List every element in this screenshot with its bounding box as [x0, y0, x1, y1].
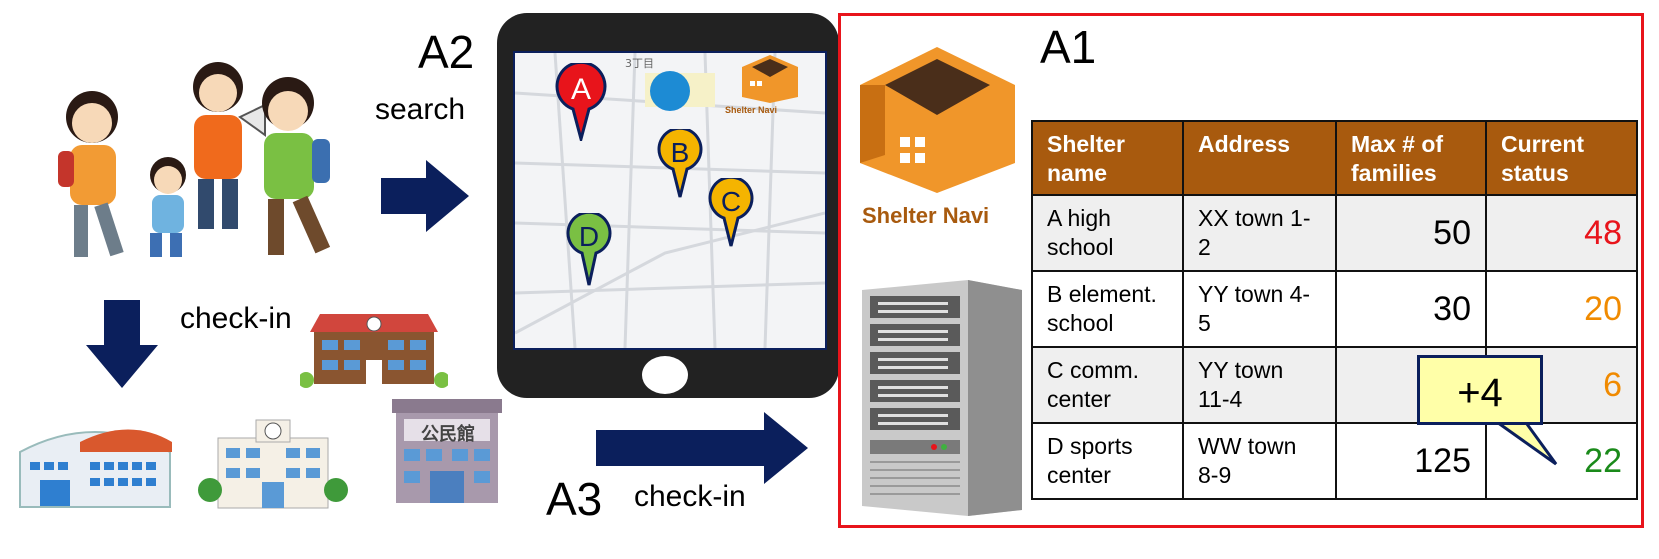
address-cell: YY town 4-5: [1182, 270, 1337, 348]
map-pin-d-label: D: [578, 221, 600, 252]
address-cell: WW town 8-9: [1182, 422, 1337, 500]
shelter-name-cell: C comm. center: [1031, 346, 1184, 424]
school-with-clock-icon: [198, 419, 348, 509]
evacuating-family-illustration: [58, 62, 331, 257]
shelter-name-cell: B element. school: [1031, 270, 1184, 348]
home-button[interactable]: [642, 356, 688, 394]
checkin-label-left: check-in: [180, 302, 292, 335]
server-rack-icon: [862, 280, 1022, 516]
arrow-right-icon: [381, 160, 469, 232]
current-status-cell: 48: [1485, 194, 1638, 272]
column-header-address: Address: [1182, 120, 1337, 196]
shelter-navi-logo-icon: [860, 47, 1015, 193]
table-row: C comm. center YY town 11-4 6: [1031, 346, 1638, 424]
table-header-row: Shelter name Address Max # of families C…: [1031, 120, 1638, 196]
map-pin-c-label: C: [720, 186, 742, 217]
brand-name-small: Shelter Navi: [725, 105, 778, 115]
address-cell: YY town 11-4: [1182, 346, 1337, 424]
shelter-name-cell: D sports center: [1031, 422, 1184, 500]
brand-name-large: Shelter Navi: [862, 203, 990, 228]
increment-callout: +4: [1417, 355, 1543, 425]
max-families-cell: 30: [1335, 270, 1487, 348]
community-hall-building-icon: [392, 399, 502, 503]
column-header-shelter-name: Shelter name: [1031, 120, 1184, 196]
map-pin-a-label: A: [570, 73, 591, 106]
shelter-name-cell: A high school: [1031, 194, 1184, 272]
label-a3: A3: [546, 473, 603, 525]
map-screen[interactable]: 3丁目 Shelter Navi A B C D: [513, 51, 827, 350]
current-status-cell: 20: [1485, 270, 1638, 348]
max-families-cell: 50: [1335, 194, 1487, 272]
address-cell: XX town 1-2: [1182, 194, 1337, 272]
table-row: A high school XX town 1-2 50 48: [1031, 194, 1638, 272]
shelter-navi-logo-small-icon: [742, 55, 798, 103]
tablet-device: 3丁目 Shelter Navi A B C D: [497, 13, 839, 398]
label-a1: A1: [1040, 21, 1097, 73]
label-a2: A2: [418, 26, 475, 78]
max-families-cell: 125: [1335, 422, 1487, 500]
map-pin-b-label: B: [670, 137, 690, 168]
gymnasium-building-icon: [19, 429, 172, 508]
arrow-down-icon: [86, 300, 158, 388]
checkin-label-bottom: check-in: [634, 480, 746, 513]
column-header-max-families: Max # of families: [1335, 120, 1487, 196]
table-row: B element. school YY town 4-5 30 20: [1031, 270, 1638, 348]
column-header-current-status: Current status: [1485, 120, 1638, 196]
search-label: search: [375, 93, 466, 126]
community-hall-sign: 公民館: [421, 424, 475, 445]
arrow-right-long-icon: [596, 412, 808, 484]
map-street-label: 3丁目: [625, 57, 654, 70]
school-building-icon: [300, 314, 448, 388]
